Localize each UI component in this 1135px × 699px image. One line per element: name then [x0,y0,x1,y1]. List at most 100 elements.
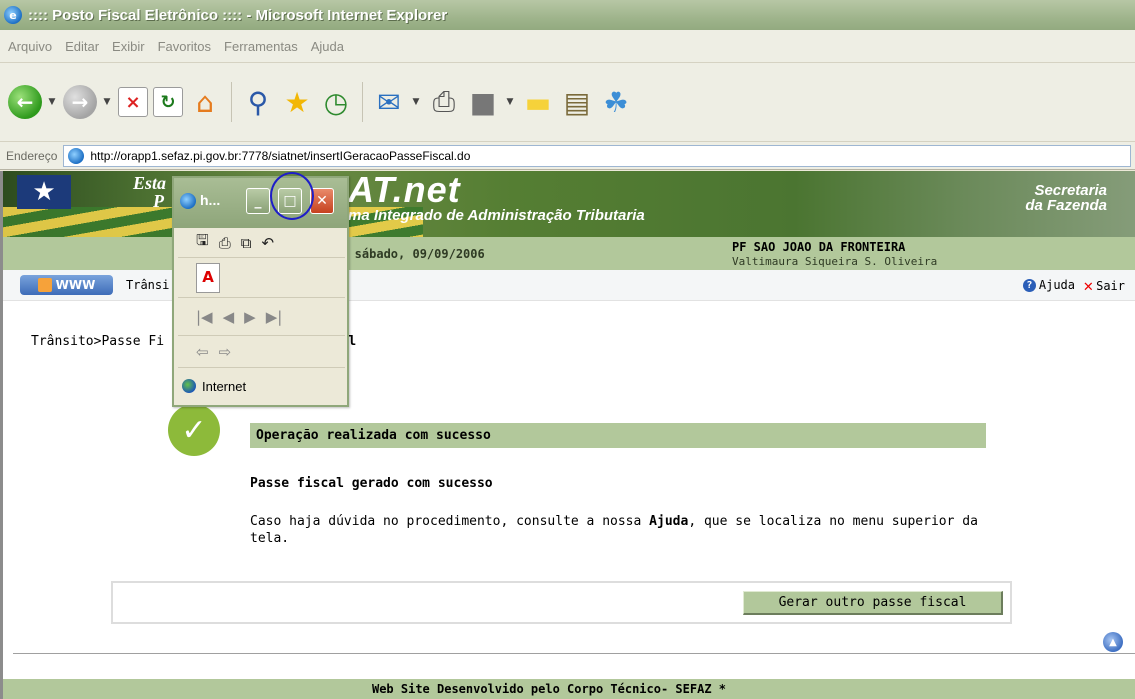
mail-icon: ✉ [377,85,401,119]
research-button[interactable]: ▤ [560,82,594,122]
menu-favoritos[interactable]: Favoritos [158,39,211,54]
stop-button[interactable]: × [118,82,148,122]
divider [13,653,1135,654]
back-icon: ← [8,85,42,119]
minimize-button[interactable]: _ [246,188,270,214]
banner-subtitle: ma Integrado de Administração Tributaria [348,207,645,224]
button-container: Gerar outro passe fiscal [111,581,1012,624]
browser-toolbar: ← ▼ → ▼ × ↻ ⌂ ⚲ ★ ◷ ✉ ▼ ⎙ ■ ▼ ▬ ▤ ☘ [0,63,1135,142]
print-icon[interactable]: ⎙ [219,234,231,252]
toolbar-separator [362,82,363,122]
page-viewport: ★ Esta P AT.net ma Integrado de Administ… [0,171,1135,699]
edit-icon: ■ [469,85,497,119]
message-text-pre: Caso haja dúvida no procedimento, consul… [250,514,650,529]
menu-ajuda[interactable]: Ajuda [311,39,344,54]
save-icon[interactable]: 🖫 [196,230,209,255]
first-page-icon[interactable]: |◀ [196,308,213,326]
popup-title: h... [200,192,221,208]
home-icon: ⌂ [196,85,214,119]
address-input[interactable]: http://orapp1.sefaz.pi.gov.br:7778/siatn… [63,144,1131,167]
banner-state-line2: P [153,191,164,211]
print-button[interactable]: ⎙ [427,82,461,122]
help-link[interactable]: ? Ajuda [1022,278,1075,292]
popup-title-bar[interactable]: h... _ □ ✕ [174,172,347,228]
help-icon: ? [1022,278,1036,292]
www-button[interactable]: WWW [20,275,113,295]
popup-status-bar: Internet [178,374,345,398]
messenger-button[interactable]: ☘ [599,82,633,122]
chevron-down-icon[interactable]: ▼ [410,97,422,107]
fazenda-text: da Fazenda [1025,197,1107,214]
messenger-icon: ☘ [603,85,629,119]
adobe-icon[interactable]: A [196,262,220,293]
highlight-circle [270,172,314,220]
popup-toolbar-row3: |◀ ◀ ▶ ▶| [178,298,345,336]
window-title: :::: Posto Fiscal Eletrônico :::: - Micr… [28,6,448,24]
address-label: Endereço [6,148,58,163]
close-icon: ✕ [316,193,328,209]
help-inline-link: Ajuda [649,514,689,529]
menu-exibir[interactable]: Exibir [112,39,145,54]
home-icon [37,278,52,292]
print-icon: ⎙ [432,85,456,118]
ie-logo-icon [180,193,196,209]
toolbar-separator [231,82,232,122]
back-icon[interactable]: ⇦ [196,343,209,361]
notes-button[interactable]: ▬ [521,82,555,122]
undo-icon[interactable]: ↶ [262,234,275,252]
last-page-icon[interactable]: ▶| [266,308,283,326]
menu-arquivo[interactable]: Arquivo [8,39,52,54]
page-path-prefix: Trânsito>Passe Fi [31,334,165,349]
history-button[interactable]: ◷ [319,82,353,122]
menu-editar[interactable]: Editar [65,39,99,54]
popup-toolbar-row1: 🖫 ⎙ ⧉ ↶ [178,228,345,258]
address-bar: Endereço http://orapp1.sefaz.pi.gov.br:7… [0,142,1135,170]
favorites-icon: ★ [284,85,310,119]
forward-icon[interactable]: ⇨ [219,343,232,361]
popup-toolbar-row2: A [178,258,345,298]
copy-icon[interactable]: ⧉ [241,234,252,252]
scroll-up-icon[interactable]: ▲ [1103,632,1123,652]
state-flag-star-icon: ★ [17,175,71,209]
mail-button[interactable]: ✉ ▼ [372,82,422,122]
chevron-down-icon[interactable]: ▼ [504,97,516,107]
popup-status-text: Internet [202,378,247,394]
back-button[interactable]: ← ▼ [8,82,58,122]
generate-another-pass-button[interactable]: Gerar outro passe fiscal [743,591,1003,615]
greeting-date: a! sábado, 09/09/2006 [333,247,485,261]
secretaria-logo: Secretaria da Fazenda [907,183,1107,213]
history-icon: ◷ [323,85,349,119]
internet-globe-icon [182,379,196,393]
edit-button[interactable]: ■ ▼ [466,82,516,122]
success-check-icon: ✓ [168,404,220,456]
search-button[interactable]: ⚲ [241,82,275,122]
close-icon: ✕ [1083,276,1094,295]
prev-page-icon[interactable]: ◀ [223,308,235,326]
www-label: WWW [55,278,96,292]
forward-button[interactable]: → ▼ [63,82,113,122]
banner-brand: AT.net [348,171,461,210]
user-name: Valtimaura Siqueira S. Oliveira [732,255,938,268]
refresh-icon: ↻ [153,87,183,117]
menu-ferramentas[interactable]: Ferramentas [224,39,298,54]
exit-link[interactable]: ✕ Sair [1083,276,1125,295]
operation-status-bar: Operação realizada com sucesso [250,423,986,448]
forward-icon: → [63,85,97,119]
chevron-down-icon[interactable]: ▼ [46,97,58,107]
menu-bar: Arquivo Editar Exibir Favoritos Ferramen… [0,30,1135,63]
home-button[interactable]: ⌂ [188,82,222,122]
next-page-icon[interactable]: ▶ [244,308,256,326]
search-icon: ⚲ [247,85,269,119]
page-footer: Web Site Desenvolvido pelo Corpo Técnico… [3,679,1135,699]
chevron-down-icon[interactable]: ▼ [101,97,113,107]
help-label: Ajuda [1038,278,1075,292]
favorites-button[interactable]: ★ [280,82,314,122]
mini-browser-window[interactable]: h... _ □ ✕ 🖫 ⎙ ⧉ ↶ A |◀ ◀ ▶ ▶| ⇦ ⇨ Inter… [172,172,349,407]
message-text: Caso haja dúvida no procedimento, consul… [250,513,990,547]
refresh-button[interactable]: ↻ [153,82,183,122]
page-icon [68,147,85,164]
minimize-icon: _ [254,193,262,209]
ie-logo-icon: e [4,6,22,24]
secretaria-text: Secretaria [1034,182,1107,199]
window-title-bar[interactable]: e :::: Posto Fiscal Eletrônico :::: - Mi… [0,0,1135,30]
